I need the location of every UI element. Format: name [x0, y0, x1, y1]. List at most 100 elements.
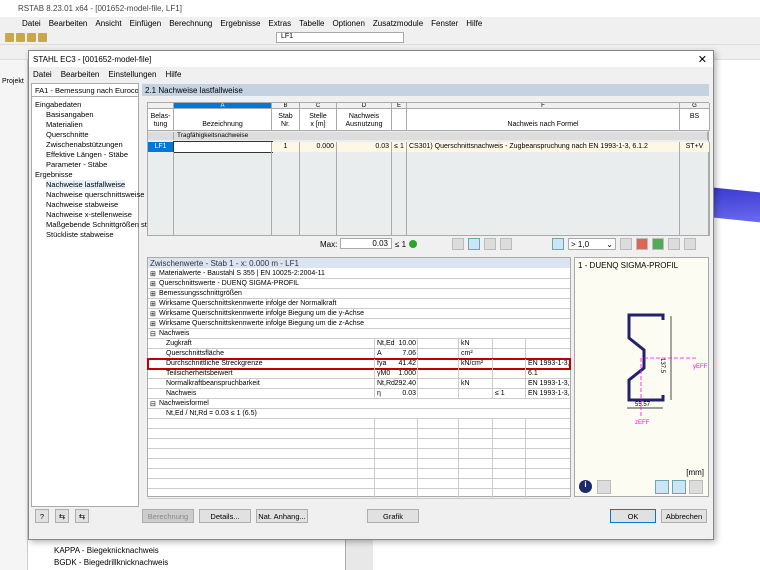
nav-group-input[interactable]: Eingabedaten: [35, 100, 81, 109]
menu-berechnung[interactable]: Berechnung: [169, 19, 212, 28]
axes-icon[interactable]: [672, 480, 686, 494]
section-row[interactable]: ⊞ Wirksame Querschnittskennwerte infolge …: [148, 299, 570, 309]
cell-divider: [417, 349, 418, 359]
save-icon[interactable]: [27, 33, 36, 42]
menu-ansicht[interactable]: Ansicht: [95, 19, 121, 28]
table-cell-x[interactable]: 0.000: [300, 142, 337, 152]
dialog-menu-einstellungen[interactable]: Einstellungen: [108, 70, 156, 79]
color-scale-icon[interactable]: [636, 238, 648, 250]
empty-row: [148, 419, 570, 429]
table-cell-formel[interactable]: CS301) Querschnittsnachweis - Zugbeanspr…: [407, 142, 680, 152]
section-row[interactable]: ⊞ Wirksame Querschnittskennwerte infolge …: [148, 309, 570, 319]
case-selector[interactable]: FA1 - Bemessung nach Eurocode: [32, 84, 138, 97]
collapse-icon[interactable]: ⊟: [150, 400, 156, 408]
highlighted-row[interactable]: Durchschnittliche Streckgrenze fya 41.42 kN…: [147, 358, 571, 370]
nav-group-results[interactable]: Ergebnisse: [35, 170, 73, 179]
project-tab[interactable]: Projekt: [0, 60, 27, 85]
table-cell-le[interactable]: ≤ 1: [392, 142, 407, 152]
menu-datei[interactable]: Datei: [22, 19, 41, 28]
expand-icon[interactable]: ⊞: [150, 300, 156, 308]
menu-tabelle[interactable]: Tabelle: [299, 19, 324, 28]
nav-item[interactable]: Querschnitte: [46, 130, 89, 139]
close-icon[interactable]: ✕: [698, 53, 707, 66]
menu-extras[interactable]: Extras: [268, 19, 291, 28]
section-view-icon[interactable]: [655, 480, 669, 494]
print-icon[interactable]: [38, 33, 47, 42]
nav-item[interactable]: Parameter - Stäbe: [46, 160, 107, 169]
graphic-button[interactable]: Grafik: [367, 509, 419, 523]
menu-zusatzmodule[interactable]: Zusatzmodule: [373, 19, 423, 28]
menu-hilfe[interactable]: Hilfe: [466, 19, 482, 28]
menu-optionen[interactable]: Optionen: [332, 19, 364, 28]
table-cell-bez[interactable]: [173, 141, 273, 153]
table-cell-stab[interactable]: 1: [272, 142, 300, 152]
expand-icon[interactable]: ⊞: [150, 290, 156, 298]
dialog-menu-datei[interactable]: Datei: [33, 70, 52, 79]
info-icon[interactable]: i: [579, 480, 592, 493]
section-row[interactable]: ⊞ Wirksame Querschnittskennwerte infolge …: [148, 319, 570, 329]
value-row[interactable]: Zugkraft Nt,Ed 10.00 kN: [148, 339, 570, 349]
nav-item[interactable]: Basisangaben: [46, 110, 94, 119]
select-icon[interactable]: [500, 238, 512, 250]
nav-item[interactable]: Nachweise lastfallweise: [46, 180, 126, 189]
hand-icon[interactable]: [597, 480, 611, 494]
expand-icon[interactable]: ⊞: [150, 270, 156, 278]
zoom-icon[interactable]: [689, 480, 703, 494]
dialog-menu-bearbeiten[interactable]: Bearbeiten: [61, 70, 100, 79]
new-icon[interactable]: [5, 33, 14, 42]
expand-icon[interactable]: ⊟: [150, 330, 156, 338]
cancel-button[interactable]: Abbrechen: [661, 509, 707, 523]
limit-select[interactable]: > 1,0 ⌄: [568, 238, 616, 250]
help-icon[interactable]: ?: [35, 509, 49, 523]
column-body: [300, 152, 337, 236]
nav-item[interactable]: Nachweise x-stellenweise: [46, 210, 132, 219]
value-row[interactable]: Querschnittsfläche A 7.06 cm²: [148, 349, 570, 359]
section-row[interactable]: ⊟ Nachweis: [148, 329, 570, 339]
section-row[interactable]: ⊞ Querschnittswerte - DUENQ SIGMA-PROFIL: [148, 279, 570, 289]
tree-item-kappa[interactable]: KAPPA - Biegeknicknachweis: [54, 546, 159, 555]
pointer-icon[interactable]: [668, 238, 680, 250]
calculation-button[interactable]: Berechnung: [142, 509, 194, 523]
export-icon[interactable]: ⇆: [75, 509, 89, 523]
menu-bearbeiten[interactable]: Bearbeiten: [49, 19, 88, 28]
value-unit: kN: [461, 380, 470, 387]
nav-item[interactable]: Effektive Längen - Stäbe: [46, 150, 128, 159]
excel-export-icon[interactable]: [652, 238, 664, 250]
view-icon[interactable]: [684, 238, 696, 250]
section-row[interactable]: ⊞ Materialwerte - Baustahl S 355 | EN 100…: [148, 269, 570, 279]
table-cell-bs[interactable]: ST+V: [680, 142, 710, 152]
member-filter-icon[interactable]: [468, 238, 480, 250]
value-row[interactable]: Normalkraftbeanspruchbarkeit Nt,Rd 292.40 k…: [148, 379, 570, 389]
ok-button[interactable]: OK: [610, 509, 656, 523]
table-cell-ausn[interactable]: 0.03: [337, 142, 392, 152]
table-cell-lf[interactable]: LF1: [148, 142, 174, 152]
nav-item[interactable]: Stückliste stabweise: [46, 230, 114, 239]
open-icon[interactable]: [16, 33, 25, 42]
nav-item[interactable]: Zwischenabstützungen: [46, 140, 123, 149]
dialog-menu-hilfe[interactable]: Hilfe: [165, 70, 181, 79]
section-row[interactable]: ⊞ Bemessungsschnittgrößen: [148, 289, 570, 299]
nav-item[interactable]: Nachweise stabweise: [46, 200, 118, 209]
section-label: Wirksame Querschnittskennwerte infolge B…: [159, 320, 365, 327]
value-row[interactable]: Teilsicherheitsbeiwert γM0 1.000 6.1: [148, 369, 570, 379]
funnel-icon[interactable]: [620, 238, 632, 250]
cell-divider: [374, 369, 375, 379]
import-icon[interactable]: ⇆: [55, 509, 69, 523]
expand-icon[interactable]: ⊞: [150, 320, 156, 328]
menu-fenster[interactable]: Fenster: [431, 19, 458, 28]
relation-icon[interactable]: [552, 238, 564, 250]
filter-icon[interactable]: [452, 238, 464, 250]
menu-ergebnisse[interactable]: Ergebnisse: [220, 19, 260, 28]
details-button[interactable]: Details...: [199, 509, 251, 523]
expand-icon[interactable]: ⊞: [150, 280, 156, 288]
section-row[interactable]: ⊟ Nachweisformel: [148, 399, 570, 409]
expand-icon[interactable]: ⊞: [150, 310, 156, 318]
tree-item-bgdk[interactable]: BGDK - Biegedrillknicknachweis: [54, 558, 168, 567]
national-annex-button[interactable]: Nat. Anhang...: [256, 509, 308, 523]
set-filter-icon[interactable]: [484, 238, 496, 250]
menu-einfügen[interactable]: Einfügen: [130, 19, 162, 28]
nav-item[interactable]: Nachweise querschnittsweise: [46, 190, 144, 199]
loadcase-select[interactable]: LF1: [276, 32, 404, 43]
nav-item[interactable]: Materialien: [46, 120, 83, 129]
value-row[interactable]: Nachweis η 0.03 ≤ 1 EN 1993-1-3,: [148, 389, 570, 399]
